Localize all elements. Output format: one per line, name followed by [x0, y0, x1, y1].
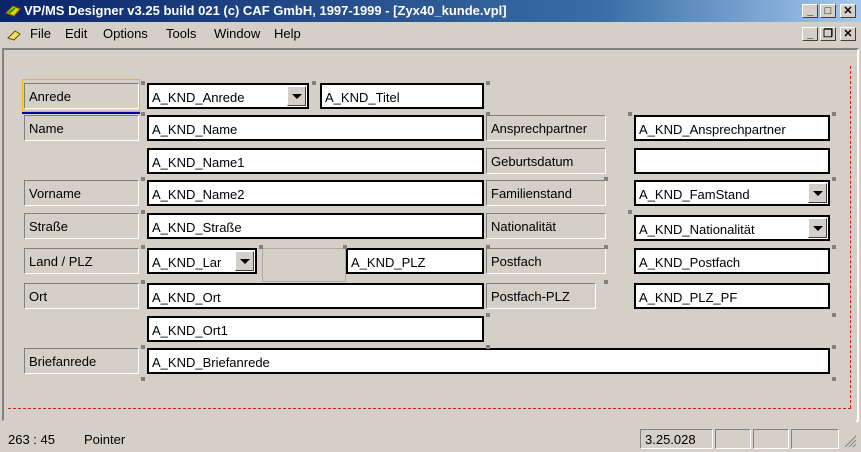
- menu-bar: File Edit Options Tools Window Help _ ❐ …: [0, 22, 861, 46]
- label-land-plz[interactable]: Land / PLZ: [24, 248, 139, 274]
- status-mode: Pointer: [84, 432, 126, 447]
- title-bar[interactable]: VP/MS Designer v3.25 build 021 (c) CAF G…: [0, 0, 861, 22]
- grip-handle[interactable]: [343, 245, 347, 249]
- label-postfach[interactable]: Postfach: [486, 248, 606, 274]
- label-strasse[interactable]: Straße: [24, 213, 139, 239]
- grip-handle[interactable]: [486, 345, 490, 349]
- grip-handle[interactable]: [604, 177, 608, 181]
- field-titel[interactable]: A_KND_Titel: [320, 83, 484, 109]
- dropdown-anrede[interactable]: A_KND_Anrede: [147, 83, 309, 109]
- grip-handle[interactable]: [832, 177, 836, 181]
- grip-handle[interactable]: [832, 345, 836, 349]
- label-briefanrede[interactable]: Briefanrede: [24, 348, 139, 374]
- label-name[interactable]: Name: [24, 115, 139, 141]
- mdi-close-button[interactable]: ✕: [840, 27, 856, 41]
- grip-handle[interactable]: [604, 245, 608, 249]
- label-geburtsdatum[interactable]: Geburtsdatum: [486, 148, 606, 174]
- grip-handle[interactable]: [486, 81, 490, 85]
- chevron-down-icon[interactable]: [808, 183, 827, 203]
- page-guide-bottom: [8, 408, 851, 409]
- dropdown-land[interactable]: A_KND_Lar: [147, 248, 257, 274]
- close-button[interactable]: ✕: [840, 4, 856, 18]
- field-strasse[interactable]: A_KND_Straße: [147, 213, 484, 239]
- grip-handle[interactable]: [832, 245, 836, 249]
- dropdown-familienstand-value: A_KND_FamStand: [639, 187, 750, 202]
- chevron-down-icon[interactable]: [235, 251, 254, 271]
- field-name2[interactable]: A_KND_Name2: [147, 180, 484, 206]
- label-ort[interactable]: Ort: [24, 283, 139, 309]
- label-ansprechpartner[interactable]: Ansprechpartner: [486, 115, 606, 141]
- dropdown-nationalitaet-value: A_KND_Nationalität: [639, 222, 755, 237]
- grip-handle[interactable]: [628, 210, 632, 214]
- field-name1[interactable]: A_KND_Name1: [147, 148, 484, 174]
- field-geburtsdatum[interactable]: [634, 148, 830, 174]
- page-guide-right: [850, 66, 851, 408]
- label-familienstand[interactable]: Familienstand: [486, 180, 606, 206]
- grip-handle[interactable]: [141, 345, 145, 349]
- grip-handle[interactable]: [259, 245, 263, 249]
- minimize-button[interactable]: _: [802, 4, 818, 18]
- empty-cell: [262, 248, 346, 282]
- window-title: VP/MS Designer v3.25 build 021 (c) CAF G…: [24, 3, 507, 18]
- label-vorname[interactable]: Vorname: [24, 180, 139, 206]
- label-postfach-plz[interactable]: Postfach-PLZ: [486, 283, 596, 309]
- status-bar: 263 : 45 Pointer 3.25.028: [0, 426, 861, 452]
- grip-handle[interactable]: [141, 210, 145, 214]
- horizontal-scrollbar[interactable]: [4, 410, 856, 422]
- field-plz-pf[interactable]: A_KND_PLZ_PF: [634, 283, 830, 309]
- label-nationalitaet[interactable]: Nationalität: [486, 213, 606, 239]
- grip-handle[interactable]: [832, 377, 836, 381]
- grip-handle[interactable]: [832, 112, 836, 116]
- grip-handle[interactable]: [486, 313, 490, 317]
- dropdown-land-value: A_KND_Lar: [152, 255, 222, 270]
- status-panel: [715, 429, 751, 449]
- chevron-down-icon[interactable]: [287, 86, 306, 106]
- grip-handle[interactable]: [486, 112, 490, 116]
- grip-handle[interactable]: [141, 245, 145, 249]
- dropdown-familienstand[interactable]: A_KND_FamStand: [634, 180, 830, 206]
- field-ort1[interactable]: A_KND_Ort1: [147, 316, 484, 342]
- menu-help[interactable]: Help: [274, 26, 301, 41]
- app-icon: [5, 5, 21, 17]
- document-icon[interactable]: [6, 26, 22, 42]
- selection-underline: [22, 112, 140, 114]
- menu-tools[interactable]: Tools: [166, 26, 196, 41]
- grip-handle[interactable]: [604, 280, 608, 284]
- grip-handle[interactable]: [832, 313, 836, 317]
- grip-handle[interactable]: [141, 112, 145, 116]
- grip-handle[interactable]: [141, 280, 145, 284]
- field-briefanrede[interactable]: A_KND_Briefanrede: [147, 348, 830, 374]
- status-coordinates: 263 : 45: [8, 432, 55, 447]
- chevron-down-icon[interactable]: [808, 218, 827, 238]
- menu-file[interactable]: File: [30, 26, 51, 41]
- resize-grip-icon[interactable]: [843, 434, 857, 448]
- dropdown-anrede-value: A_KND_Anrede: [152, 90, 245, 105]
- selection-frame: [22, 79, 140, 112]
- grip-handle[interactable]: [486, 245, 490, 249]
- grip-handle[interactable]: [628, 112, 632, 116]
- grip-handle[interactable]: [141, 177, 145, 181]
- menu-window[interactable]: Window: [214, 26, 260, 41]
- grip-handle[interactable]: [141, 377, 145, 381]
- field-postfach[interactable]: A_KND_Postfach: [634, 248, 830, 274]
- status-panel: [753, 429, 789, 449]
- status-version: 3.25.028: [640, 429, 713, 449]
- menu-options[interactable]: Options: [103, 26, 148, 41]
- menu-edit[interactable]: Edit: [65, 26, 87, 41]
- field-name[interactable]: A_KND_Name: [147, 115, 484, 141]
- grip-handle[interactable]: [141, 81, 145, 85]
- mdi-minimize-button[interactable]: _: [802, 27, 818, 41]
- field-ort[interactable]: A_KND_Ort: [147, 283, 484, 309]
- status-panel: [791, 429, 839, 449]
- mdi-restore-button[interactable]: ❐: [820, 27, 836, 41]
- field-ansprechpartner[interactable]: A_KND_Ansprechpartner: [634, 115, 830, 141]
- maximize-button[interactable]: □: [820, 4, 836, 18]
- field-plz[interactable]: A_KND_PLZ: [346, 248, 484, 274]
- dropdown-nationalitaet[interactable]: A_KND_Nationalität: [634, 215, 830, 241]
- grip-handle[interactable]: [312, 81, 316, 85]
